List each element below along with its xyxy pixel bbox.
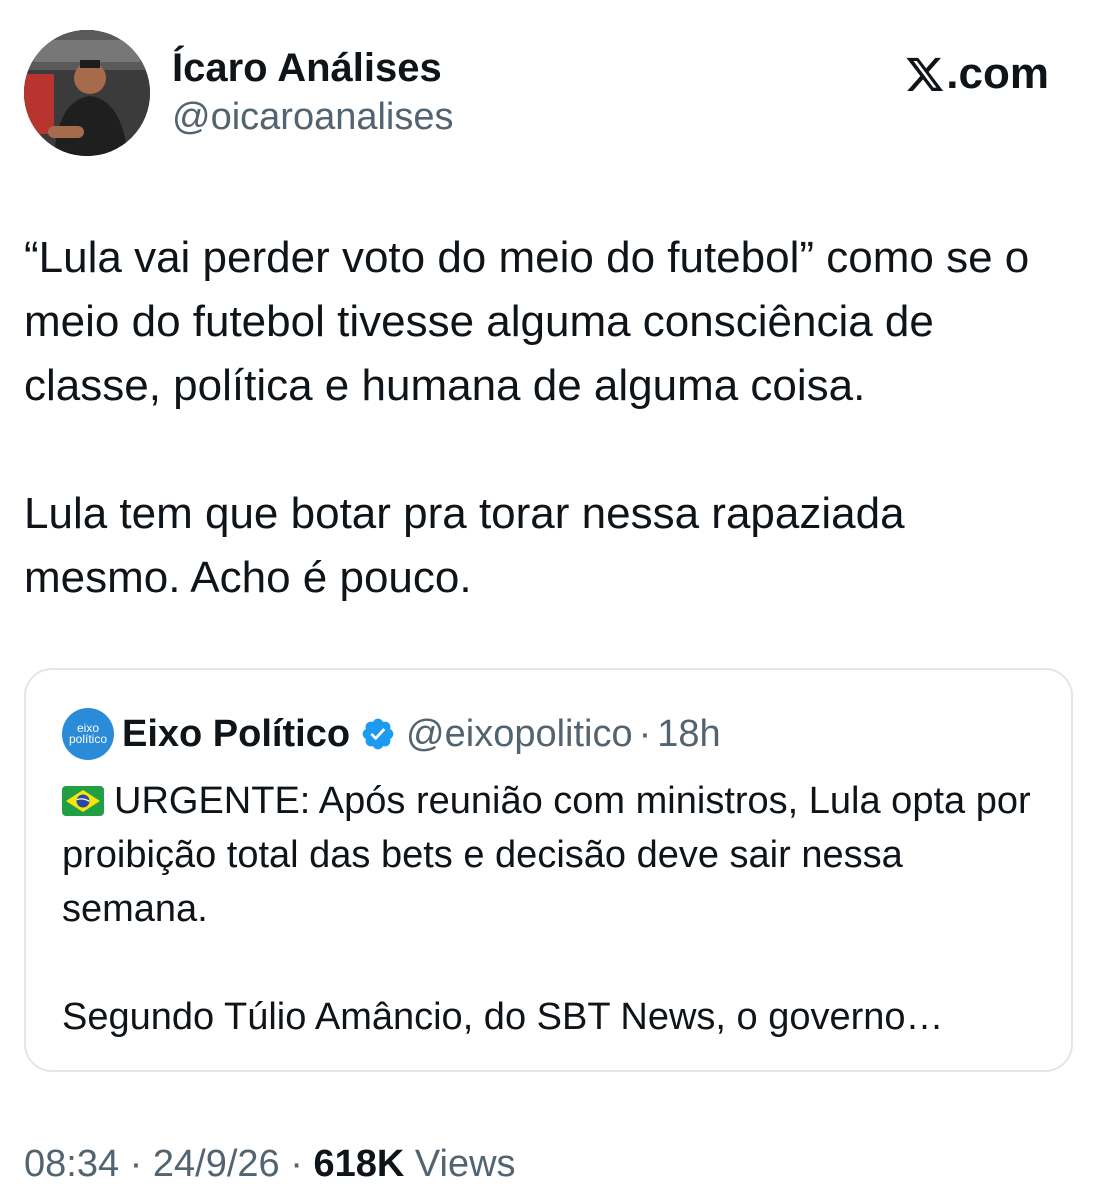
x-brand[interactable]: .com — [905, 50, 1049, 98]
brand-domain: .com — [946, 49, 1049, 98]
author-avatar[interactable] — [24, 30, 150, 156]
quoted-tweet-time[interactable]: 18h — [657, 713, 720, 756]
views-count[interactable]: 618K — [313, 1143, 404, 1185]
quoted-tweet-header: eixo político Eixo Político @eixopolitic… — [62, 708, 721, 760]
quoted-avatar-text: político — [68, 732, 108, 746]
x-logo-icon — [906, 57, 944, 91]
quoted-tweet-paragraph-text: URGENTE: Após reunião com ministros, Lul… — [62, 780, 1031, 930]
tweet-paragraph: Lula tem que botar pra torar nessa rapaz… — [24, 489, 905, 602]
tweet-date[interactable]: 24/9/26 — [153, 1143, 280, 1185]
separator-dot: · — [129, 1143, 143, 1185]
author-display-name[interactable]: Ícaro Análises — [172, 44, 454, 92]
quoted-author-avatar[interactable]: eixo político — [62, 708, 114, 760]
tweet: Ícaro Análises @oicaroanalises .com “Lul… — [0, 0, 1099, 1200]
quoted-tweet-paragraph: URGENTE: Após reunião com ministros, Lul… — [62, 774, 1052, 936]
brazil-flag-icon — [62, 786, 104, 816]
tweet-footer: 08:34 · 24/9/26 · 618K Views — [24, 1140, 516, 1188]
separator-dot: · — [638, 712, 652, 755]
quoted-author-handle[interactable]: @eixopolitico — [406, 713, 633, 756]
separator-dot: · — [290, 1143, 303, 1185]
profile-photo — [24, 30, 150, 156]
tweet-time[interactable]: 08:34 — [24, 1143, 119, 1185]
author-handle[interactable]: @oicaroanalises — [172, 92, 454, 142]
quoted-author-name[interactable]: Eixo Político — [122, 713, 350, 756]
tweet-paragraph: “Lula vai perder voto do meio do futebol… — [24, 233, 1030, 410]
tweet-header: Ícaro Análises @oicaroanalises .com — [24, 30, 1075, 158]
quoted-tweet-text: URGENTE: Após reunião com ministros, Lul… — [62, 774, 1052, 1044]
tweet-text: “Lula vai perder voto do meio do futebol… — [24, 226, 1064, 610]
verified-badge-icon — [362, 718, 394, 750]
author-info: Ícaro Análises @oicaroanalises — [172, 44, 454, 142]
quoted-tweet-paragraph: Segundo Túlio Amâncio, do SBT News, o go… — [62, 996, 944, 1038]
views-label: Views — [414, 1143, 516, 1185]
quoted-tweet[interactable]: eixo político Eixo Político @eixopolitic… — [24, 668, 1073, 1072]
